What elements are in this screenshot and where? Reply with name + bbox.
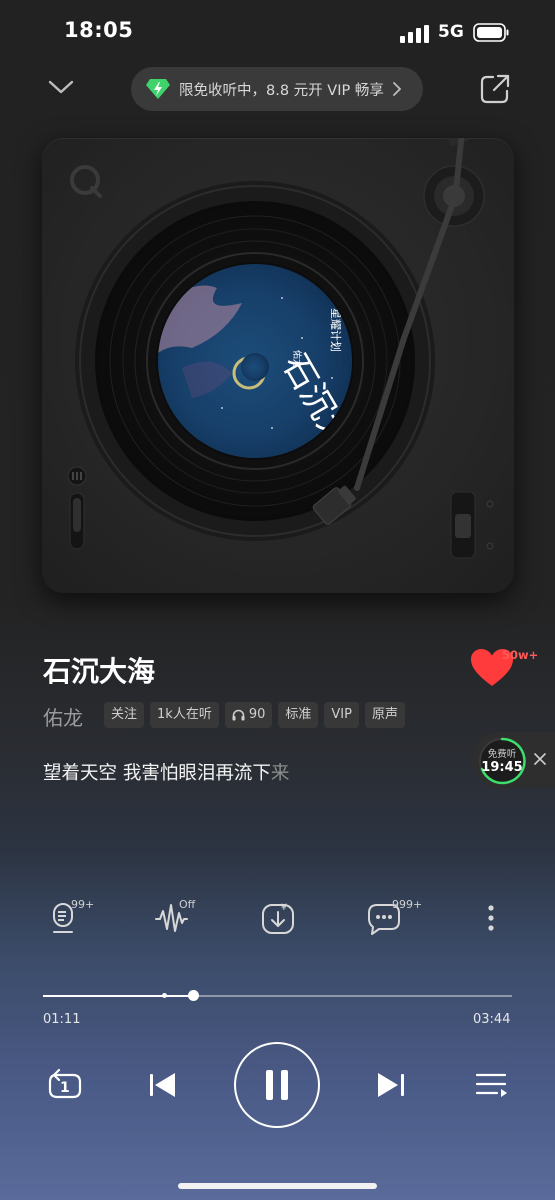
speed-slider[interactable] [67, 466, 87, 550]
audio-quality-tag[interactable]: 标准 [278, 702, 319, 728]
total-duration: 03:44 [473, 1012, 511, 1027]
original-tag[interactable]: 原声 [364, 702, 405, 728]
artist-name[interactable]: 佑龙 [43, 702, 83, 731]
pause-button[interactable] [234, 1042, 320, 1128]
download-icon[interactable]: ¥ [261, 901, 295, 935]
more-icon[interactable] [484, 904, 498, 934]
pause-icon [266, 1070, 288, 1100]
power-switch[interactable] [450, 491, 494, 559]
playlist-icon[interactable] [472, 1065, 512, 1105]
cover-series: 星耀计划 [329, 308, 342, 352]
status-time: 18:05 [64, 18, 134, 42]
quality-score-tag[interactable]: 90 [224, 702, 273, 728]
follow-button[interactable]: 关注 [104, 702, 145, 728]
svg-text:¥: ¥ [281, 903, 287, 913]
buffer-marker [162, 993, 168, 998]
diamond-bolt-icon [146, 79, 170, 99]
battery-icon [473, 23, 509, 42]
lyric-upcoming: 来 [270, 763, 290, 784]
like-count: 50w+ [502, 648, 539, 662]
free-listen-time: 19:45 [481, 760, 523, 775]
song-title: 石沉大海 [43, 655, 156, 688]
home-indicator [178, 1183, 377, 1189]
headphones-icon [232, 709, 245, 721]
vip-tag[interactable]: VIP [324, 702, 359, 728]
chevron-right-icon [392, 82, 402, 96]
network-label: 5G [438, 22, 464, 42]
free-listen-label: 免费听 [487, 749, 517, 760]
collapse-chevron-icon[interactable] [46, 76, 76, 98]
song-tags: 关注 1k人在听 90 标准 VIP 原声 [104, 702, 405, 728]
promo-text: 限免收听中，8.8 元开 VIP 畅享 [179, 82, 384, 99]
brand-logo-icon [70, 165, 102, 198]
current-lyric[interactable]: 望着天空 我害怕眼泪再流下来 [43, 759, 289, 785]
repeat-badge: 1 [60, 1080, 70, 1096]
lyric-sung: 望着天空 我害怕眼泪再流下 [43, 763, 271, 784]
previous-track-icon[interactable] [143, 1065, 183, 1105]
vip-promo-banner[interactable]: 限免收听中，8.8 元开 VIP 畅享 [131, 67, 423, 111]
repeat-one-icon[interactable]: 1 [45, 1065, 85, 1105]
comment-badge: 999+ [392, 898, 423, 911]
share-icon[interactable] [478, 72, 512, 106]
progress-thumb[interactable] [187, 990, 199, 1001]
quality-score: 90 [248, 707, 266, 722]
signal-icon [400, 25, 429, 43]
close-icon[interactable] [533, 752, 547, 766]
sing-badge: 99+ [71, 898, 95, 911]
sound-effect-badge: Off [179, 898, 196, 911]
progress-played [43, 995, 194, 997]
listeners-tag[interactable]: 1k人在听 [150, 702, 219, 728]
current-time: 01:11 [43, 1012, 81, 1027]
cover-artist: 佑龙 [291, 350, 303, 368]
next-track-icon[interactable] [372, 1065, 412, 1105]
turntable-player: 石沉大海 星耀计划 佑龙 [42, 138, 514, 593]
